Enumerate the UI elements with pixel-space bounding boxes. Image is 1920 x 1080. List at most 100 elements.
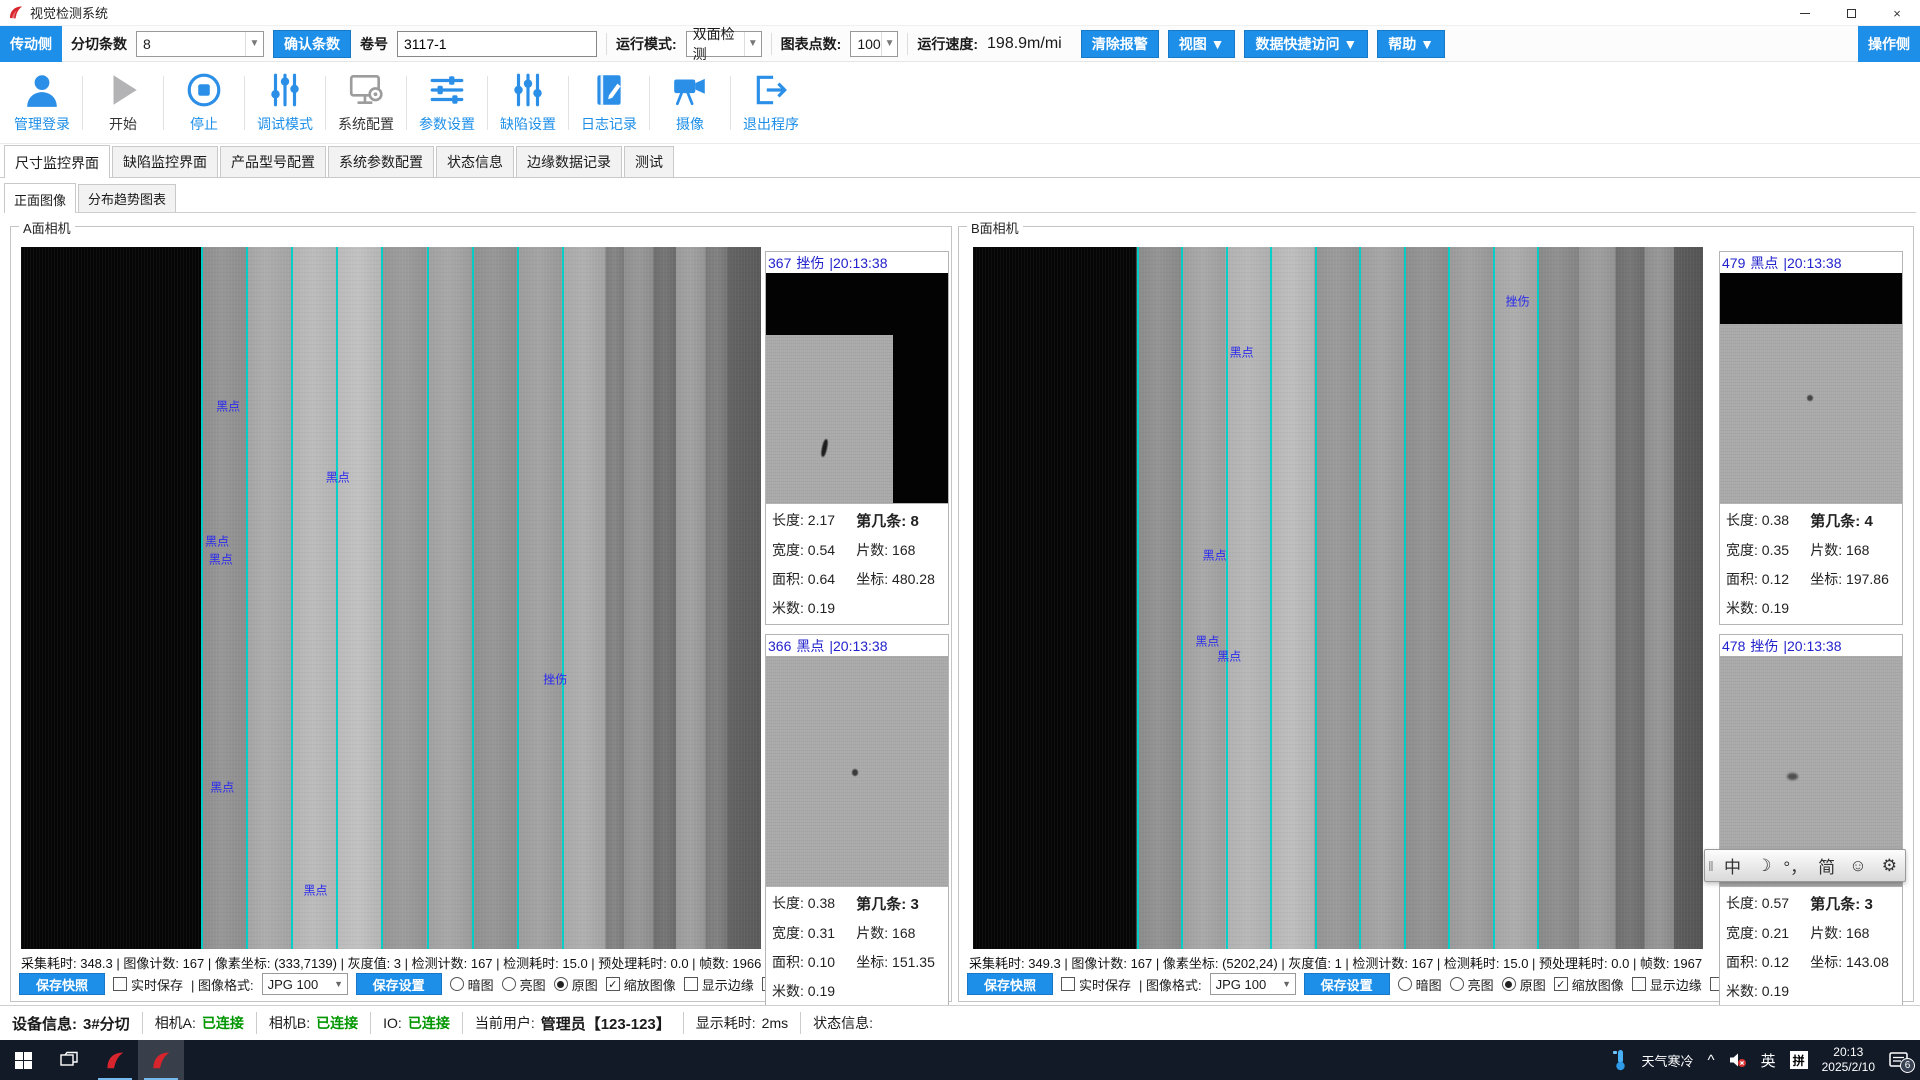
ime-chinese-mode[interactable]: 中	[1717, 853, 1748, 878]
tab-product-model-config[interactable]: 产品型号配置	[220, 146, 326, 177]
slit-count-select[interactable]: 8 ▼	[136, 31, 264, 57]
realtime-save-checkbox[interactable]: 实时保存	[1061, 975, 1131, 994]
stop-button[interactable]: 停止	[168, 71, 240, 134]
divider	[82, 76, 83, 130]
strip-boundary-line	[246, 247, 248, 949]
run-speed-label: 运行速度:	[917, 34, 978, 54]
thermometer-icon[interactable]	[1612, 1049, 1628, 1071]
exit-program-button[interactable]: 退出程序	[735, 71, 807, 134]
view-menu-button[interactable]: 视图 ▼	[1168, 30, 1236, 58]
admin-login-button[interactable]: 管理登录	[6, 71, 78, 134]
subtab-trend-chart[interactable]: 分布趋势图表	[78, 184, 176, 212]
show-edge-checkbox[interactable]: 显示边缘	[684, 975, 754, 994]
image-format-select[interactable]: JPG 100 ▼	[262, 973, 348, 995]
bright-image-radio[interactable]: 亮图	[1450, 975, 1494, 994]
confirm-count-button[interactable]: 确认条数	[273, 30, 351, 58]
tab-size-monitor[interactable]: 尺寸监控界面	[4, 145, 110, 178]
system-config-button[interactable]: 系统配置	[330, 71, 402, 134]
ime-emoji-icon[interactable]: ☺	[1842, 856, 1873, 876]
defect-label: 黑点	[216, 397, 240, 414]
zoom-image-checkbox[interactable]: 缩放图像	[1554, 975, 1624, 994]
ime-fullwidth-icon[interactable]: ☽	[1748, 856, 1779, 876]
clock[interactable]: 20:13 2025/2/10	[1822, 1045, 1875, 1075]
debug-mode-button[interactable]: 调试模式	[249, 71, 321, 134]
tab-test[interactable]: 测试	[624, 146, 674, 177]
start-menu-button[interactable]	[0, 1040, 46, 1080]
image-format-select[interactable]: JPG 100 ▼	[1210, 973, 1296, 995]
defect-mark	[820, 439, 829, 458]
bright-image-radio[interactable]: 亮图	[502, 975, 546, 994]
help-menu-button[interactable]: 帮助 ▼	[1377, 30, 1445, 58]
image-format-value: JPG 100	[1216, 977, 1267, 992]
clear-alarm-button[interactable]: 清除报警	[1081, 30, 1159, 58]
divider	[649, 76, 650, 130]
defect-number: 478	[1722, 638, 1745, 654]
action-center-button[interactable]: 6	[1889, 1052, 1908, 1069]
show-edge-checkbox[interactable]: 显示边缘	[1632, 975, 1702, 994]
save-settings-button[interactable]: 保存设置	[1304, 973, 1390, 995]
defect-stats: 长度: 0.38 第几条: 3 宽度: 0.31 片数: 168 面积: 0.1…	[766, 886, 948, 1007]
app-feather-icon	[150, 1049, 172, 1071]
close-button[interactable]: ×	[1874, 0, 1920, 26]
operator-side-button[interactable]: 操作侧	[1858, 26, 1920, 62]
defect-number: 366	[768, 638, 791, 654]
zoom-image-checkbox[interactable]: 缩放图像	[606, 975, 676, 994]
tab-system-param-config[interactable]: 系统参数配置	[328, 146, 434, 177]
tab-defect-monitor[interactable]: 缺陷监控界面	[112, 146, 218, 177]
run-mode-select[interactable]: 双面检测 ▼	[686, 31, 762, 57]
checkbox-icon	[113, 977, 127, 991]
defect-settings-button[interactable]: 缺陷设置	[492, 71, 564, 134]
drive-side-button[interactable]: 传动侧	[0, 26, 62, 62]
original-image-radio[interactable]: 原图	[554, 975, 598, 994]
defect-label: 黑点	[1217, 647, 1241, 664]
camera-capture-button[interactable]: 摄像	[654, 71, 726, 134]
strip-boundary-line	[562, 247, 564, 949]
defect-label: 黑点	[205, 533, 229, 550]
drag-handle-icon[interactable]: ‖	[1705, 858, 1717, 874]
ime-language-indicator[interactable]: 英	[1761, 1050, 1776, 1071]
start-button[interactable]: 开始	[87, 71, 159, 134]
save-snapshot-button[interactable]: 保存快照	[967, 973, 1053, 995]
roll-number-input[interactable]	[397, 31, 597, 57]
task-view-button[interactable]	[46, 1040, 92, 1080]
ime-pinyin-indicator[interactable]: 拼	[1790, 1051, 1808, 1069]
hidden-icons-chevron[interactable]: ^	[1708, 1052, 1715, 1069]
window-titlebar: 视觉检测系统 ×	[0, 0, 1920, 26]
strip-boundary-line	[1137, 247, 1139, 949]
log-record-button[interactable]: 日志记录	[573, 71, 645, 134]
dark-image-radio[interactable]: 暗图	[450, 975, 494, 994]
original-image-radio[interactable]: 原图	[1502, 975, 1546, 994]
tab-edge-data-record[interactable]: 边缘数据记录	[516, 146, 622, 177]
active-app-button[interactable]	[138, 1040, 184, 1080]
defect-type: 黑点	[1750, 253, 1778, 273]
stat-width: 宽度: 0.54	[772, 540, 856, 560]
bright-image-label: 亮图	[1468, 975, 1494, 994]
defect-mark	[852, 769, 858, 776]
chart-points-select[interactable]: 100 ▼	[850, 31, 898, 57]
tab-status-info[interactable]: 状态信息	[436, 146, 514, 177]
chart-points-value: 100	[857, 36, 880, 52]
save-snapshot-button[interactable]: 保存快照	[19, 973, 105, 995]
original-image-label: 原图	[572, 975, 598, 994]
ime-settings-gear-icon[interactable]: ⚙	[1874, 856, 1905, 876]
volume-muted-button[interactable]	[1729, 1052, 1747, 1068]
minimize-button[interactable]	[1782, 0, 1828, 26]
defect-settings-label: 缺陷设置	[500, 114, 556, 134]
divider	[771, 33, 772, 55]
save-settings-button[interactable]: 保存设置	[356, 973, 442, 995]
pinned-app-button[interactable]	[92, 1040, 138, 1080]
weather-text[interactable]: 天气寒冷	[1642, 1051, 1694, 1070]
maximize-button[interactable]	[1828, 0, 1874, 26]
realtime-save-checkbox[interactable]: 实时保存	[113, 975, 183, 994]
camera-b-connection-label: 相机B:	[269, 1013, 310, 1033]
subtab-front-image[interactable]: 正面图像	[4, 183, 76, 213]
bright-image-label: 亮图	[520, 975, 546, 994]
dark-image-radio[interactable]: 暗图	[1398, 975, 1442, 994]
strip-boundary-line	[1226, 247, 1228, 949]
data-quick-access-button[interactable]: 数据快捷访问 ▼	[1244, 30, 1368, 58]
stat-area: 面积: 0.64	[772, 569, 856, 589]
ime-simplified-mode[interactable]: 简	[1811, 853, 1842, 878]
parameter-settings-button[interactable]: 参数设置	[411, 71, 483, 134]
strip-boundary-line	[1404, 247, 1406, 949]
ime-punctuation-icon[interactable]: °，	[1780, 853, 1811, 878]
